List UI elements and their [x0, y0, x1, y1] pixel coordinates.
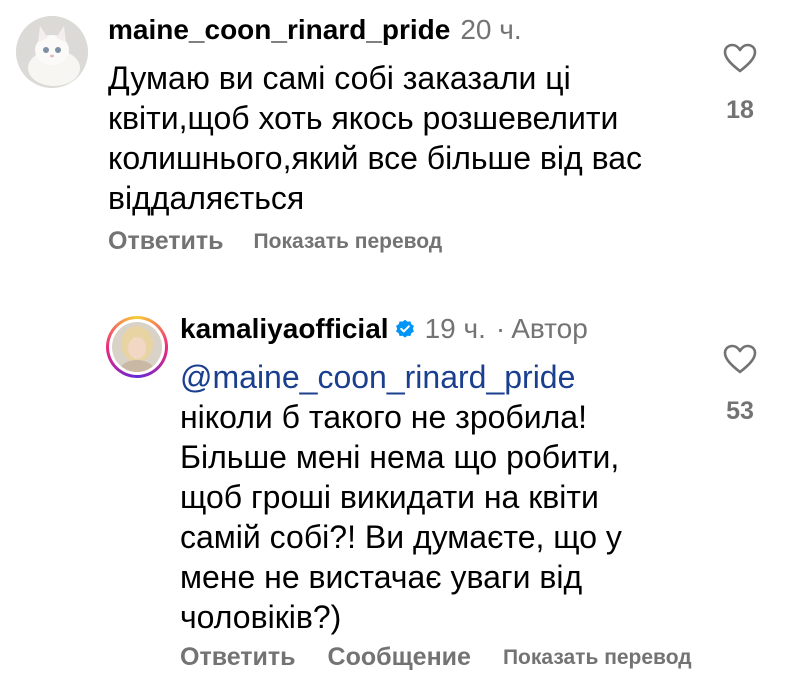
white-kitten-avatar-icon	[16, 16, 88, 88]
avatar[interactable]	[16, 16, 88, 88]
comment-text: Думаю ви самі собі заказали ці квіти,щоб…	[108, 58, 708, 218]
like-button[interactable]	[723, 43, 757, 78]
comment-line: щоб гроші викидати на квіти	[180, 479, 599, 515]
comment-text: @maine_coon_rinard_pride ніколи б такого…	[180, 357, 710, 637]
comment-line: Думаю ви самі собі заказали ці	[108, 60, 571, 96]
author-avatar[interactable]	[106, 316, 168, 378]
comment-time: 20 ч.	[460, 14, 522, 45]
comment-username[interactable]: kamaliyaofficial	[180, 313, 389, 345]
verified-badge-icon	[395, 319, 414, 338]
comment-line: колишнього,який все більше від вас	[108, 140, 643, 176]
heart-icon	[723, 344, 757, 374]
comment-line: Більше мені нема що робити,	[180, 439, 620, 475]
comment-time: 19 ч.	[424, 313, 486, 344]
reply-button[interactable]: Ответить	[180, 643, 296, 672]
meta-separator: ·	[495, 313, 506, 344]
comment-line: мене не вистачає уваги від	[180, 559, 583, 595]
comment-username[interactable]: maine_coon_rinard_pride	[108, 14, 450, 46]
comment-line: квіти,щоб хоть якось розшевелити	[108, 100, 619, 136]
translate-button[interactable]: Показать перевод	[254, 230, 443, 254]
user-mention-link[interactable]: @maine_coon_rinard_pride	[180, 357, 710, 397]
comment-line: самій собі?! Ви думаєте, що у	[180, 519, 622, 555]
message-button[interactable]: Сообщение	[328, 643, 471, 672]
like-count: 18	[726, 96, 754, 124]
like-count: 53	[726, 397, 754, 425]
heart-icon	[723, 43, 757, 73]
comment-line: віддаляється	[108, 180, 305, 216]
reply-button[interactable]: Ответить	[108, 227, 224, 256]
comment-line: ніколи б такого не зробила!	[180, 399, 587, 435]
like-button[interactable]	[723, 344, 757, 379]
author-badge: Автор	[511, 313, 588, 344]
blonde-woman-avatar-icon	[112, 322, 162, 372]
comment-line: чоловіків?)	[180, 599, 342, 635]
translate-button[interactable]: Показать перевод	[503, 646, 692, 670]
